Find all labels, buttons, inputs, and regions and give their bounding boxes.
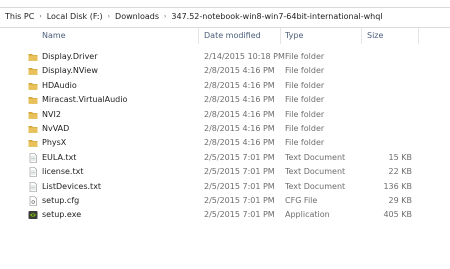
- folder-icon: [28, 52, 38, 62]
- file-type: File folder: [285, 52, 325, 61]
- folder-icon: [28, 110, 38, 120]
- breadcrumb-this-pc[interactable]: This PC: [5, 12, 34, 21]
- file-row[interactable]: NVI2 2/8/2015 4:16 PM File folder: [0, 108, 450, 122]
- column-header-row: Name Date modified Type Size: [0, 27, 450, 45]
- file-date-modified: 2/8/2015 4:16 PM: [204, 138, 275, 148]
- file-type: Application: [285, 210, 330, 220]
- file-type: Text Document: [285, 152, 346, 162]
- file-size: 15 KB: [388, 152, 412, 162]
- file-date-modified: 2/8/2015 4:16 PM: [204, 109, 275, 119]
- file-date-modified: 2/8/2015 4:16 PM: [204, 95, 275, 105]
- file-date-modified: 2/5/2015 7:01 PM: [204, 195, 275, 205]
- file-type: CFG File: [285, 195, 318, 205]
- file-list: Display.Driver 2/14/2015 10:18 PM File fol…: [0, 50, 450, 223]
- chevron-right-icon[interactable]: ›: [108, 13, 110, 20]
- file-name: Display.Driver: [42, 52, 98, 61]
- file-type: File folder: [285, 95, 325, 105]
- file-type: File folder: [285, 138, 325, 148]
- file-name: HDAudio: [42, 80, 77, 90]
- chevron-right-icon[interactable]: ›: [39, 13, 41, 20]
- file-row[interactable]: Display.NView 2/8/2015 4:16 PM File folder: [0, 64, 450, 78]
- address-bar[interactable]: This PC › Local Disk (F:) › Downloads › …: [0, 7, 450, 28]
- file-name: Display.NView: [42, 66, 98, 76]
- file-name: setup.cfg: [42, 195, 80, 205]
- column-header-date[interactable]: Date modified: [204, 27, 261, 45]
- column-divider[interactable]: [418, 28, 419, 44]
- file-row[interactable]: PhysX 2/8/2015 4:16 PM File folder: [0, 136, 450, 150]
- file-name: setup.exe: [42, 210, 82, 220]
- file-date-modified: 2/8/2015 4:16 PM: [204, 80, 275, 90]
- breadcrumb-local-disk[interactable]: Local Disk (F:): [47, 12, 103, 21]
- file-row[interactable]: license.txt 2/5/2015 7:01 PM Text Document…: [0, 165, 450, 179]
- file-type: Text Document: [285, 167, 346, 177]
- file-date-modified: 2/5/2015 7:01 PM: [204, 167, 275, 177]
- folder-icon: [28, 95, 38, 105]
- file-date-modified: 2/8/2015 4:16 PM: [204, 66, 275, 76]
- file-name: NvVAD: [42, 123, 70, 133]
- file-date-modified: 2/5/2015 7:01 PM: [204, 152, 275, 162]
- column-header-name[interactable]: Name: [42, 27, 66, 45]
- file-date-modified: 2/5/2015 7:01 PM: [204, 210, 275, 220]
- nvidia-app-icon: [28, 210, 38, 220]
- file-name: license.txt: [42, 167, 84, 177]
- file-type: File folder: [285, 109, 325, 119]
- file-row[interactable]: HDAudio 2/8/2015 4:16 PM File folder: [0, 79, 450, 93]
- file-date-modified: 2/5/2015 7:01 PM: [204, 181, 275, 191]
- text-file-icon: [28, 152, 38, 163]
- file-size: 29 KB: [388, 195, 412, 205]
- file-row[interactable]: setup.cfg 2/5/2015 7:01 PM CFG File 29 KB: [0, 194, 450, 208]
- column-divider[interactable]: [361, 28, 362, 44]
- breadcrumb: This PC › Local Disk (F:) › Downloads › …: [5, 12, 383, 21]
- column-divider[interactable]: [280, 28, 281, 44]
- folder-icon: [28, 138, 38, 148]
- folder-icon: [28, 124, 38, 134]
- file-name: NVI2: [42, 109, 61, 119]
- text-file-icon: [28, 181, 38, 192]
- file-row[interactable]: EULA.txt 2/5/2015 7:01 PM Text Document 15 …: [0, 151, 450, 165]
- file-row[interactable]: ListDevices.txt 2/5/2015 7:01 PM Text Docu…: [0, 180, 450, 194]
- file-row[interactable]: Miracast.VirtualAudio 2/8/2015 4:16 PM Fil…: [0, 93, 450, 107]
- file-size: 22 KB: [388, 167, 412, 177]
- file-name: ListDevices.txt: [42, 181, 102, 191]
- column-header-size[interactable]: Size: [367, 27, 383, 45]
- column-header-type[interactable]: Type: [285, 27, 303, 45]
- file-name: EULA.txt: [42, 152, 77, 162]
- folder-icon: [28, 81, 38, 91]
- file-row[interactable]: setup.exe 2/5/2015 7:01 PM Application 405 …: [0, 208, 450, 222]
- file-type: File folder: [285, 123, 325, 133]
- chevron-right-icon[interactable]: ›: [164, 13, 166, 20]
- text-file-icon: [28, 167, 38, 177]
- file-row[interactable]: NvVAD 2/8/2015 4:16 PM File folder: [0, 122, 450, 136]
- file-row[interactable]: Display.Driver 2/14/2015 10:18 PM File fol…: [0, 50, 450, 64]
- breadcrumb-downloads[interactable]: Downloads: [115, 12, 159, 21]
- file-size: 405 KB: [383, 210, 412, 220]
- file-size: 136 KB: [383, 181, 412, 191]
- column-divider[interactable]: [198, 28, 199, 44]
- file-date-modified: 2/8/2015 4:16 PM: [204, 123, 275, 133]
- file-type: File folder: [285, 66, 325, 76]
- file-name: Miracast.VirtualAudio: [42, 95, 128, 105]
- file-type: Text Document: [285, 181, 346, 191]
- config-file-icon: [28, 196, 38, 206]
- file-date-modified: 2/14/2015 10:18 PM: [204, 52, 285, 61]
- file-name: PhysX: [42, 138, 67, 148]
- breadcrumb-current-folder[interactable]: 347.52-notebook-win8-win7-64bit-internat…: [171, 12, 382, 21]
- folder-icon: [28, 66, 38, 76]
- file-type: File folder: [285, 80, 325, 90]
